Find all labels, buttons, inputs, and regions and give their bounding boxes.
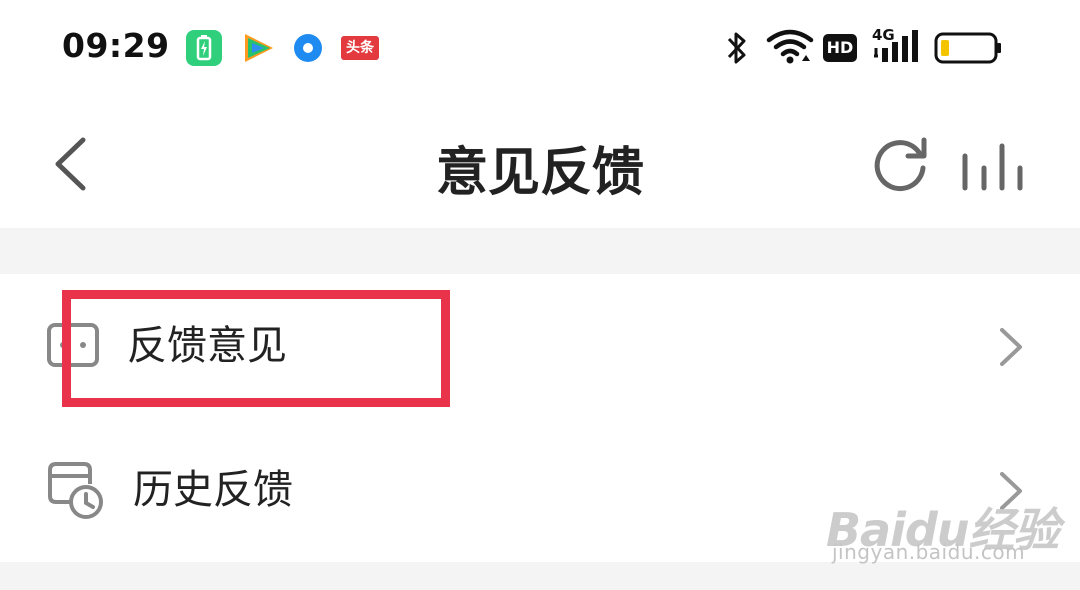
bar-chart-icon[interactable] xyxy=(958,142,1028,192)
list-item-label: 历史反馈 xyxy=(133,467,293,513)
toutiao-icon: 头条 xyxy=(341,36,379,60)
battery-level-fill xyxy=(941,40,949,56)
chevron-right-icon xyxy=(1000,328,1022,366)
status-time: 09:29 xyxy=(62,26,170,65)
highlight-annotation-box xyxy=(62,290,450,407)
refresh-icon[interactable] xyxy=(870,134,930,194)
status-bar: 09:29 头条 HD 4G xyxy=(0,0,1080,96)
battery-saver-app-icon xyxy=(186,30,222,66)
signal-strength-icon xyxy=(874,30,918,62)
history-clock-icon xyxy=(48,462,103,519)
hd-badge: HD xyxy=(823,34,857,62)
battery-icon xyxy=(934,32,1001,64)
wifi-icon xyxy=(766,29,814,64)
watermark-url: jingyan.baidu.com xyxy=(832,540,1026,564)
blue-dot-app-icon xyxy=(294,34,322,62)
bottom-divider xyxy=(0,562,1080,590)
navigation-bar: 意见反馈 xyxy=(0,96,1080,228)
bluetooth-icon xyxy=(727,32,746,64)
section-divider xyxy=(0,228,1080,274)
tencent-video-icon xyxy=(245,34,273,62)
